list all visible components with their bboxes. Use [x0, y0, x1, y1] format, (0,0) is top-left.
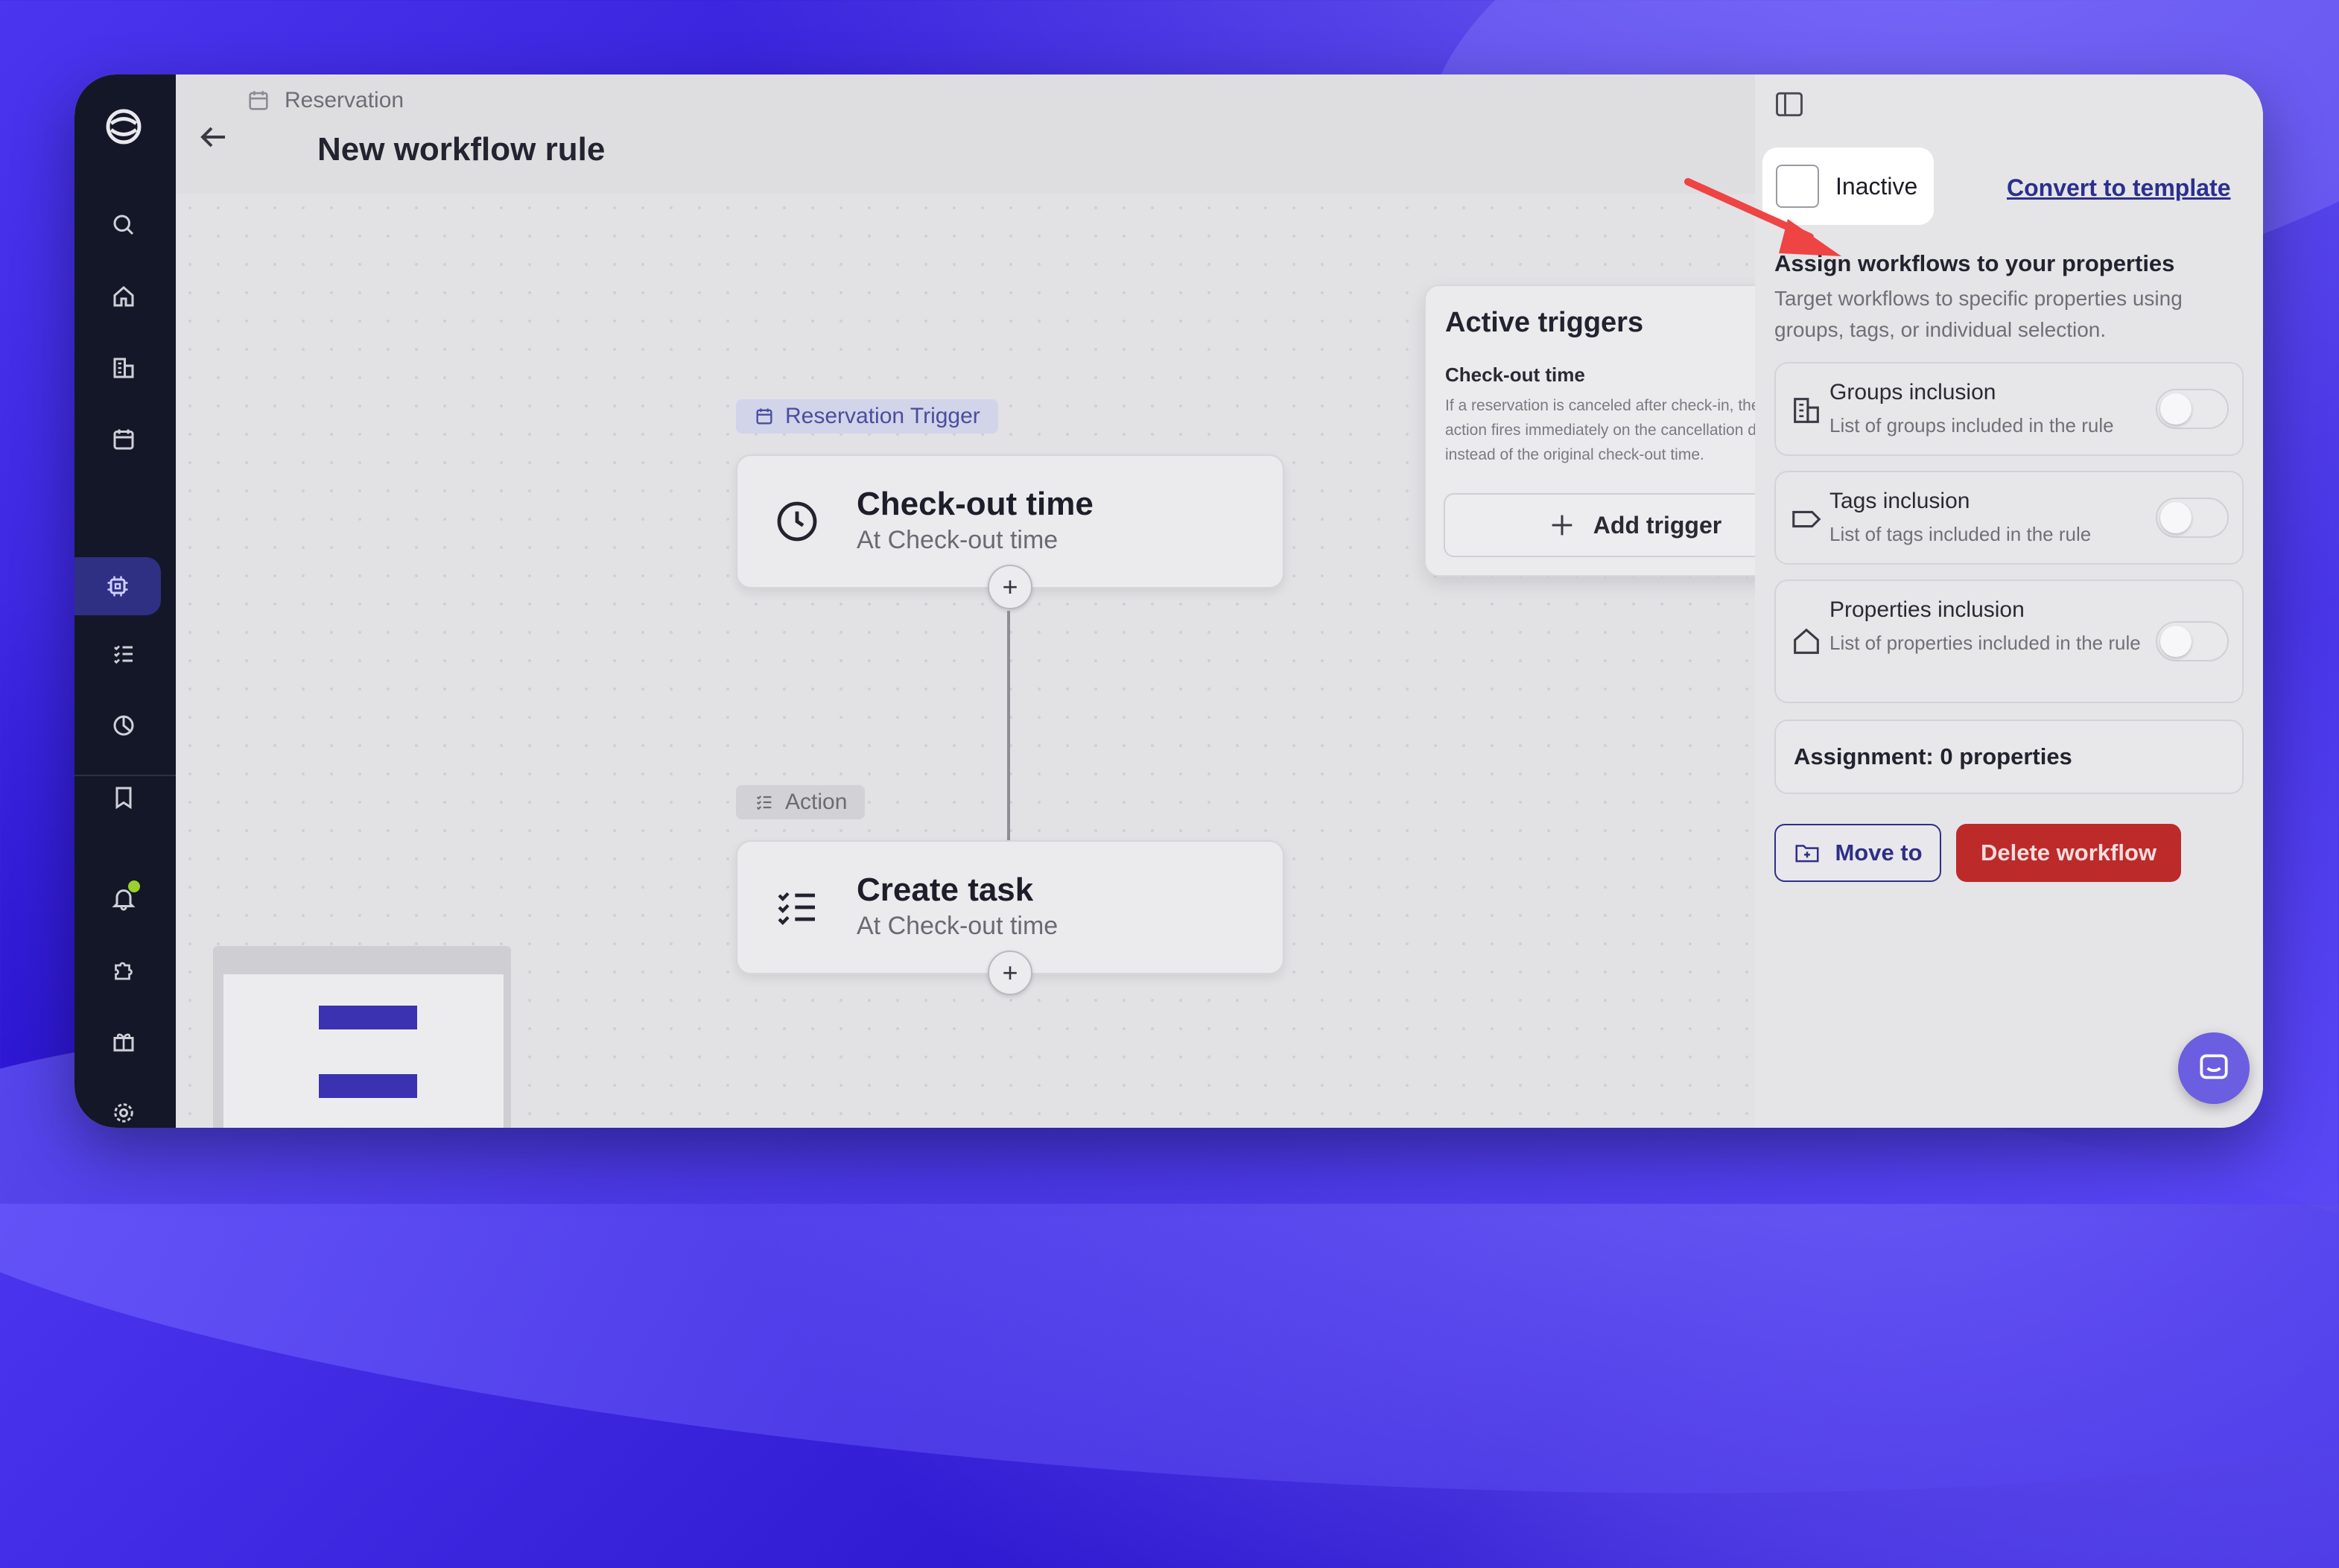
house-icon — [1794, 628, 1819, 654]
sidebar-item-automation[interactable] — [74, 557, 161, 615]
tasks-icon[interactable] — [100, 630, 147, 678]
chat-icon — [2200, 1054, 2228, 1079]
trigger-item-title: Check-out time — [1445, 364, 1585, 386]
trigger-chip: Reservation Trigger — [736, 399, 998, 434]
sidebar-divider — [74, 775, 176, 776]
calendar-icon — [249, 91, 268, 110]
home-icon[interactable] — [100, 273, 147, 320]
tags-inclusion-toggle[interactable] — [2156, 498, 2229, 538]
plus-icon — [1552, 515, 1572, 536]
breadcrumb-label: Reservation — [285, 88, 404, 112]
breadcrumb[interactable]: Reservation — [246, 88, 404, 113]
assign-description: Target workflows to specific properties … — [1774, 287, 2183, 341]
add-trigger-label: Add trigger — [1593, 511, 1722, 539]
groups-inclusion-card: Groups inclusion List of groups included… — [1774, 362, 2244, 456]
trigger-node-title: Check-out time — [857, 486, 1094, 522]
sidebar — [74, 74, 176, 1128]
add-step-button[interactable]: + — [988, 950, 1032, 995]
option-description: List of groups included in the rule — [1829, 414, 2114, 437]
gift-icon[interactable] — [100, 1018, 147, 1065]
toggle-knob — [2160, 502, 2192, 533]
toggle-knob — [2160, 626, 2192, 657]
trigger-item-description: If a reservation is canceled after check… — [1445, 397, 1779, 463]
trigger-chip-label: Reservation Trigger — [785, 404, 980, 428]
workflow-canvas[interactable]: Reservation Trigger Check-out time At Ch… — [176, 194, 1844, 1128]
calendar-icon[interactable] — [100, 416, 147, 463]
groups-inclusion-toggle[interactable] — [2156, 389, 2229, 429]
logo-icon[interactable] — [97, 100, 150, 153]
properties-inclusion-toggle[interactable] — [2156, 621, 2229, 661]
option-title: Tags inclusion — [1829, 489, 1970, 513]
chat-button[interactable] — [2178, 1032, 2250, 1104]
tags-inclusion-card: Tags inclusion List of tags included in … — [1774, 471, 2244, 565]
tag-icon — [1792, 510, 1821, 528]
tasks-icon — [770, 880, 824, 934]
app-window: Reservation New workflow rule Reservatio… — [74, 74, 2263, 1128]
analytics-icon[interactable] — [100, 702, 147, 749]
bookmark-icon[interactable] — [100, 773, 147, 821]
properties-inclusion-card: Properties inclusion List of properties … — [1774, 580, 2244, 703]
option-title: Properties inclusion — [1829, 597, 2025, 622]
puzzle-icon[interactable] — [100, 946, 147, 994]
add-step-button[interactable]: + — [988, 565, 1032, 609]
tasks-icon — [756, 796, 772, 810]
option-description: List of tags included in the rule — [1829, 523, 2092, 545]
option-title: Groups inclusion — [1829, 380, 1996, 404]
action-node-title: Create task — [857, 872, 1034, 908]
back-arrow-icon[interactable] — [191, 115, 235, 159]
connector-line — [1007, 611, 1010, 842]
active-triggers-title: Active triggers — [1445, 307, 1644, 338]
annotation-arrow-icon — [1684, 178, 1841, 256]
action-chip-label: Action — [785, 790, 848, 814]
chip-icon — [107, 576, 128, 597]
convert-to-template-link[interactable]: Convert to template — [2007, 174, 2230, 202]
notification-dot — [128, 880, 140, 892]
sidebar-toggle-icon[interactable] — [1773, 88, 1809, 124]
move-to-label: Move to — [1835, 839, 1923, 866]
minimap-node — [319, 1006, 417, 1029]
action-node-subtitle: At Check-out time — [857, 912, 1059, 940]
bell-icon[interactable] — [100, 875, 147, 922]
search-icon[interactable] — [100, 201, 147, 249]
clock-icon — [770, 495, 824, 548]
calendar-icon — [756, 408, 772, 425]
trigger-node-subtitle: At Check-out time — [857, 526, 1059, 554]
delete-workflow-button[interactable]: Delete workflow — [1956, 824, 2181, 882]
move-to-button[interactable]: Move to — [1774, 824, 1941, 882]
building-icon[interactable] — [100, 344, 147, 392]
minimap-viewport — [223, 974, 504, 1128]
building-icon — [1794, 398, 1819, 423]
option-description: List of properties included in the rule — [1829, 632, 2141, 654]
minimap[interactable] — [213, 946, 511, 1128]
folder-icon — [1795, 845, 1819, 863]
toggle-knob — [2160, 393, 2192, 425]
page-title: New workflow rule — [317, 131, 606, 168]
minimap-node — [319, 1074, 417, 1098]
assignment-count: Assignment: 0 properties — [1774, 720, 2244, 794]
action-chip: Action — [736, 785, 866, 819]
